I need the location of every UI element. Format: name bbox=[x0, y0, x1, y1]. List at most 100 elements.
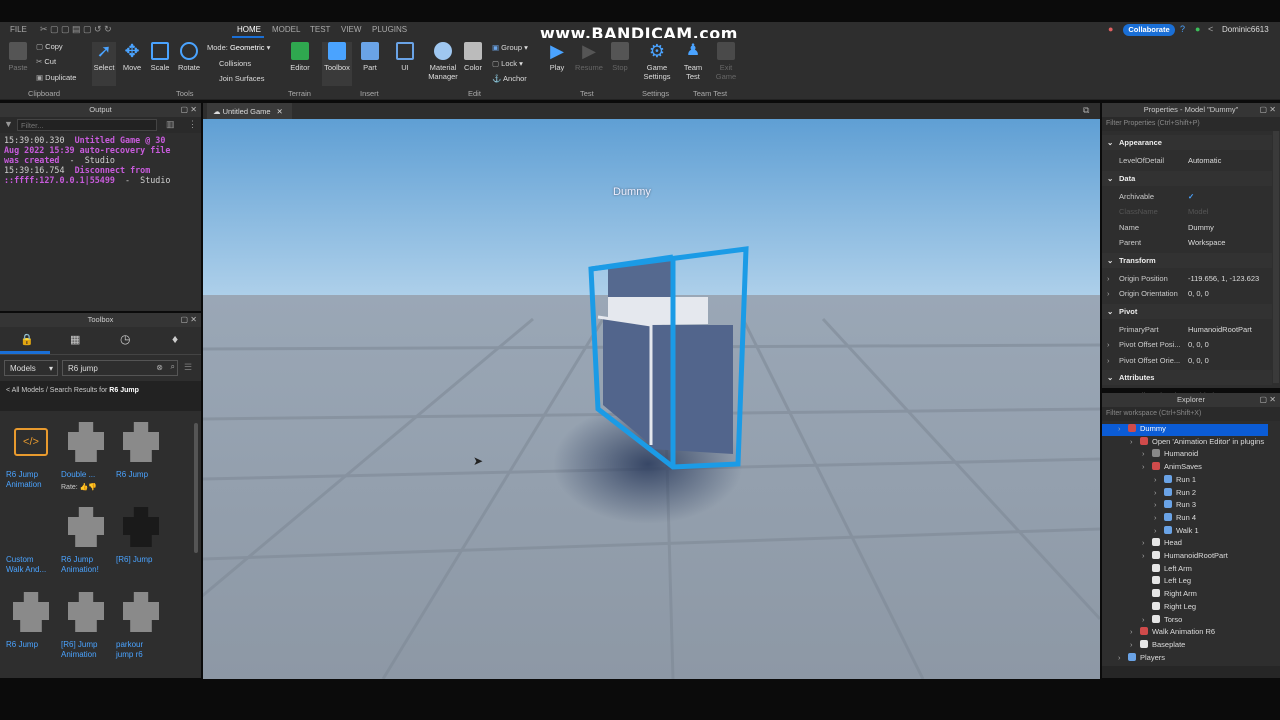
property-row[interactable]: Parent Workspace bbox=[1102, 235, 1272, 249]
explorer-item[interactable]: Right Arm bbox=[1102, 589, 1268, 601]
properties-scrollbar[interactable] bbox=[1273, 131, 1279, 383]
recent-tab-icon[interactable]: ◷ bbox=[120, 332, 130, 346]
chevron-icon[interactable]: › bbox=[1118, 424, 1128, 433]
chevron-icon[interactable]: › bbox=[1118, 653, 1128, 662]
play-button[interactable]: ▶ Play bbox=[545, 42, 569, 72]
chevron-icon[interactable]: › bbox=[1154, 475, 1164, 484]
quick-access-icons[interactable]: ✂ ▢ ▢ ▤ ▢ ↺ ↻ bbox=[40, 24, 112, 35]
output-filter-input[interactable] bbox=[17, 119, 157, 131]
chevron-icon[interactable]: › bbox=[1142, 462, 1152, 471]
dummy-torso[interactable] bbox=[651, 325, 733, 454]
color-button[interactable]: Color bbox=[461, 42, 485, 72]
tab-model[interactable]: MODEL bbox=[272, 25, 300, 34]
filter-icon[interactable]: ▼ bbox=[4, 119, 13, 129]
inventory-tab-icon[interactable]: 🔒 bbox=[20, 333, 34, 346]
resume-button[interactable]: ▶ Resume bbox=[574, 42, 604, 72]
category-dropdown[interactable]: Models ▾ bbox=[4, 360, 58, 376]
explorer-item[interactable]: › Walk 1 bbox=[1102, 525, 1268, 538]
copy-button[interactable]: ▢ Copy bbox=[36, 42, 63, 51]
explorer-item[interactable]: › Run 1 bbox=[1102, 474, 1268, 487]
explorer-item[interactable]: › Run 3 bbox=[1102, 500, 1268, 512]
property-row[interactable]: Archivable ✓ bbox=[1102, 189, 1272, 203]
explorer-item[interactable]: Left Arm bbox=[1102, 563, 1268, 576]
explorer-item[interactable]: Left Leg bbox=[1102, 576, 1268, 588]
search-icon[interactable]: ⌕ bbox=[171, 362, 175, 372]
move-button[interactable]: ✥ Move bbox=[120, 42, 144, 72]
property-row[interactable]: › Pivot Offset Posi... 0, 0, 0 bbox=[1102, 337, 1272, 351]
explorer-item[interactable]: › Dummy bbox=[1102, 424, 1268, 436]
property-section[interactable]: ⌄ Transform bbox=[1102, 252, 1272, 268]
username[interactable]: Dominic6613 bbox=[1222, 25, 1269, 34]
share-icon[interactable]: < bbox=[1208, 24, 1213, 34]
toolbox-item[interactable]: R6 Jump bbox=[116, 417, 166, 480]
toolbox-scrollbar[interactable] bbox=[194, 423, 198, 553]
explorer-item[interactable]: › HumanoidRootPart bbox=[1102, 551, 1268, 563]
toolbox-item[interactable]: Custom Walk And... bbox=[6, 502, 56, 575]
duplicate-button[interactable]: ▣ Duplicate bbox=[36, 73, 76, 82]
explorer-item[interactable]: › Torso bbox=[1102, 614, 1268, 627]
cut-button[interactable]: ✂ Cut bbox=[36, 57, 56, 66]
property-row[interactable]: Name Dummy bbox=[1102, 220, 1272, 234]
clear-output-icon[interactable]: ▥ bbox=[166, 119, 175, 130]
collaborate-button[interactable]: Collaborate bbox=[1123, 24, 1175, 36]
property-row[interactable]: › Pivot Offset Orie... 0, 0, 0 bbox=[1102, 353, 1272, 367]
collisions-toggle[interactable]: Collisions bbox=[219, 59, 251, 68]
chevron-icon[interactable]: › bbox=[1130, 640, 1140, 649]
explorer-item[interactable]: › AnimSaves bbox=[1102, 462, 1268, 474]
tab-view[interactable]: VIEW bbox=[341, 25, 361, 34]
close-icon[interactable]: ▢ ✕ bbox=[1260, 103, 1276, 117]
toolbox-item[interactable]: [R6] Jump Animation bbox=[61, 587, 111, 660]
breadcrumb[interactable]: < All Models / Search Results for R6 Jum… bbox=[0, 381, 201, 411]
ui-button[interactable]: UI bbox=[393, 42, 417, 72]
chevron-icon[interactable]: › bbox=[1142, 551, 1152, 560]
property-section[interactable]: ⌄ Appearance bbox=[1102, 135, 1272, 150]
part-button[interactable]: Part bbox=[358, 42, 382, 72]
toolbox-item[interactable]: R6 Jump Animation! bbox=[61, 502, 111, 575]
3d-viewport[interactable]: Dummy ➤ bbox=[203, 119, 1100, 679]
toolbox-item[interactable]: R6 Jump bbox=[6, 587, 56, 650]
paste-button[interactable]: Paste bbox=[6, 42, 30, 72]
lock-button[interactable]: ▢ Lock ▾ bbox=[492, 59, 523, 68]
tab-plugins[interactable]: PLUGINS bbox=[372, 25, 407, 34]
toolbox-item[interactable]: Double ... Rate: 👍👎 bbox=[61, 417, 111, 491]
notification-icon[interactable]: ● bbox=[1108, 24, 1113, 34]
explorer-filter-input[interactable]: Filter workspace (Ctrl+Shift+X) bbox=[1102, 407, 1280, 421]
more-icon[interactable]: ⋮ bbox=[188, 119, 197, 130]
join-surfaces-toggle[interactable]: Join Surfaces bbox=[219, 74, 264, 83]
property-row[interactable]: ClassName Model bbox=[1102, 204, 1272, 218]
game-settings-button[interactable]: ⚙ Game Settings bbox=[640, 42, 674, 81]
property-row[interactable]: PrimaryPart HumanoidRootPart bbox=[1102, 322, 1272, 336]
chevron-icon[interactable]: › bbox=[1142, 449, 1152, 458]
property-section[interactable]: ⌄ Data bbox=[1102, 170, 1272, 186]
explorer-item[interactable]: › Walk Animation R6 bbox=[1102, 627, 1268, 639]
exit-game-button[interactable]: Exit Game bbox=[712, 42, 740, 81]
toolbox-item[interactable]: [R6] Jump bbox=[116, 502, 166, 565]
chevron-icon[interactable]: › bbox=[1154, 500, 1164, 509]
explorer-item[interactable]: › Humanoid bbox=[1102, 449, 1268, 461]
terrain-editor-button[interactable]: Editor bbox=[286, 42, 314, 72]
team-test-button[interactable]: ♟ Team Test bbox=[678, 42, 708, 81]
tab-untitled-game[interactable]: ☁ Untitled Game ✕ bbox=[207, 103, 292, 119]
chevron-icon[interactable]: › bbox=[1130, 627, 1140, 636]
chevron-icon[interactable]: › bbox=[1142, 615, 1152, 624]
chevron-icon[interactable]: › bbox=[1142, 538, 1152, 547]
chevron-icon[interactable]: › bbox=[1154, 488, 1164, 497]
explorer-item[interactable]: › Baseplate bbox=[1102, 639, 1268, 652]
property-row[interactable]: › Origin Orientation 0, 0, 0 bbox=[1102, 286, 1272, 300]
marketplace-tab-icon[interactable]: ▦ bbox=[70, 333, 80, 346]
file-menu[interactable]: FILE bbox=[10, 25, 27, 34]
tab-home[interactable]: HOME bbox=[237, 25, 261, 34]
rotate-button[interactable]: Rotate bbox=[176, 42, 202, 72]
select-button[interactable]: ➚ Select bbox=[92, 42, 116, 86]
stop-button[interactable]: Stop bbox=[608, 42, 632, 72]
explorer-item[interactable]: › Head bbox=[1102, 538, 1268, 550]
material-manager-button[interactable]: Material Manager bbox=[425, 42, 461, 81]
scale-button[interactable]: Scale bbox=[148, 42, 172, 72]
toolbox-item[interactable]: parkour jump r6 bbox=[116, 587, 166, 660]
toolbox-button[interactable]: Toolbox bbox=[322, 42, 352, 86]
chevron-icon[interactable]: › bbox=[1154, 526, 1164, 535]
chevron-icon[interactable]: › bbox=[1154, 513, 1164, 522]
scene[interactable] bbox=[203, 119, 1100, 679]
explorer-item[interactable]: › Run 4 bbox=[1102, 512, 1268, 525]
filter-settings-icon[interactable]: ☰ bbox=[184, 362, 192, 373]
